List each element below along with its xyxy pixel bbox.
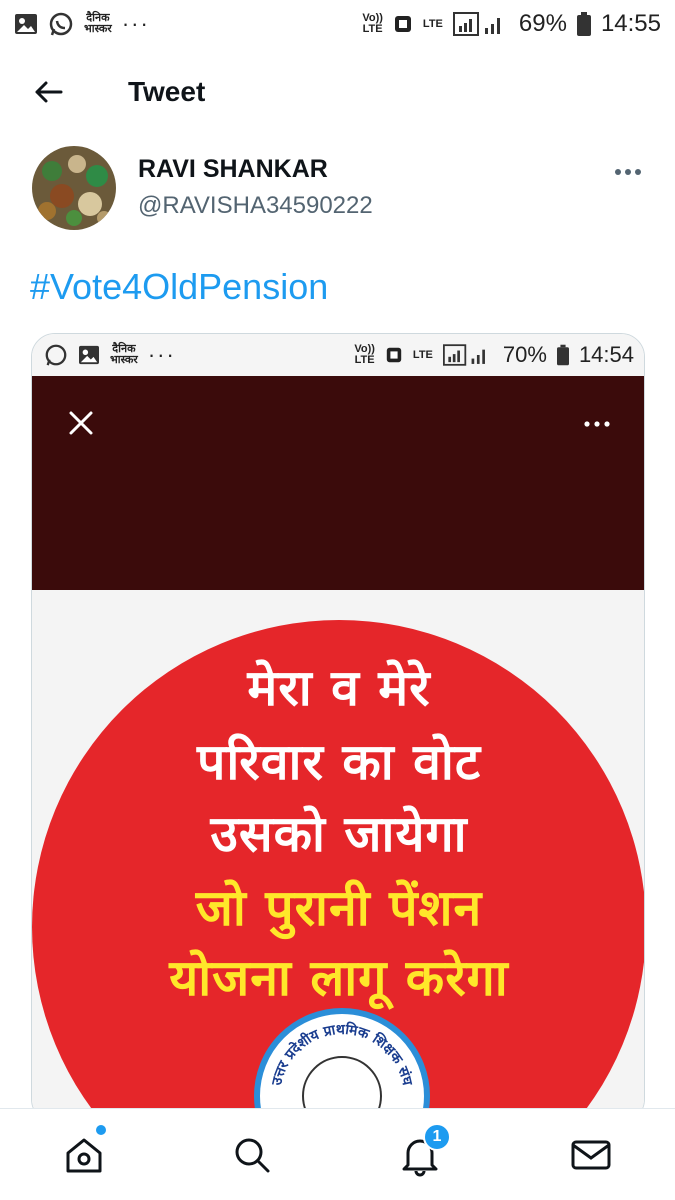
signal-icon — [452, 12, 500, 36]
nav-messages[interactable] — [565, 1129, 617, 1181]
more-dots-icon — [615, 169, 641, 175]
notification-square-icon — [394, 16, 411, 32]
battery-icon — [556, 344, 569, 366]
back-button[interactable] — [28, 74, 68, 110]
messages-icon — [571, 1140, 611, 1170]
author-name[interactable]: RAVI SHANKAR — [138, 155, 328, 184]
nav-home[interactable] — [58, 1129, 110, 1181]
dainik-bottom-text: भास्कर — [84, 23, 112, 35]
volte-bottom-text: LTE — [362, 23, 383, 35]
inner-dainik-bottom: भास्कर — [110, 354, 138, 366]
page-title: Tweet — [128, 76, 206, 107]
arrow-left-icon — [35, 81, 63, 103]
status-more-dots: ··· — [121, 11, 150, 36]
lte-label: LTE — [422, 17, 443, 30]
status-bar: दैनिक भास्कर ··· Vo)) LTE LTE 69% 14:55 — [0, 0, 675, 48]
inner-status-bar: दैनिक भास्कर ··· Vo)) LTE LTE 70% 14:54 — [32, 334, 644, 376]
signal-icon — [442, 344, 485, 366]
volte-icon: Vo)) LTE — [362, 13, 383, 35]
dark-header-band — [32, 376, 644, 590]
nav-search[interactable] — [226, 1129, 278, 1181]
poster-line-4: जो पुरानी पेंशन — [195, 879, 483, 937]
poster-line-5: योजना लागू करेगा — [169, 949, 509, 1007]
status-bar-left: दैनिक भास्कर ··· — [14, 11, 150, 37]
avatar[interactable] — [32, 146, 116, 230]
teachers-union-seal: उत्तर प्रदेशीय प्राथमिक शिक्षक संघ — [254, 1008, 430, 1122]
whatsapp-icon — [49, 12, 73, 36]
search-icon — [235, 1138, 270, 1173]
inner-lte-label: LTE — [412, 348, 433, 361]
battery-icon — [576, 12, 591, 36]
home-unread-dot — [96, 1125, 106, 1135]
inner-status-left: दैनिक भास्कर ··· — [44, 342, 176, 368]
volte-icon: Vo)) LTE — [354, 344, 375, 366]
status-time: 14:55 — [600, 10, 661, 37]
tweet-header: Tweet — [0, 56, 675, 128]
dainik-bhaskar-icon: दैनिक भास्कर — [84, 13, 112, 35]
inner-volte-bottom: LTE — [354, 354, 375, 366]
inner-more-dots: ··· — [147, 342, 176, 367]
poster-line-2: परिवार का वोट — [196, 733, 482, 791]
poster-line-3: उसको जायेगा — [210, 805, 468, 863]
close-icon — [69, 411, 93, 435]
poster-image: मेरा व मेरे परिवार का वोट उसको जायेगा जो… — [32, 590, 644, 1122]
tweet-more-button[interactable] — [608, 160, 648, 184]
poster-line-1: मेरा व मेरे — [247, 659, 431, 717]
notification-square-icon — [386, 347, 402, 363]
bottom-nav: 1 — [0, 1108, 675, 1200]
inner-battery-percent: 70% — [502, 342, 547, 367]
inner-status-right: Vo)) LTE LTE 70% 14:54 — [354, 342, 634, 368]
status-bar-right: Vo)) LTE LTE 69% 14:55 — [362, 10, 661, 38]
gallery-icon — [79, 345, 99, 365]
notification-count-badge: 1 — [423, 1123, 451, 1151]
author-handle[interactable]: @RAVISHA34590222 — [138, 192, 373, 220]
inner-status-time: 14:54 — [578, 342, 634, 367]
battery-percent: 69% — [518, 10, 567, 37]
tweet-media[interactable]: दैनिक भास्कर ··· Vo)) LTE LTE 70% 14:54 … — [31, 333, 645, 1123]
home-icon — [66, 1138, 102, 1173]
dainik-bhaskar-icon: दैनिक भास्कर — [110, 344, 138, 366]
whatsapp-icon — [45, 344, 67, 366]
hashtag-link[interactable]: #Vote4OldPension — [30, 266, 328, 308]
gallery-icon — [15, 14, 37, 34]
more-dots-icon — [584, 421, 610, 427]
inner-more-icon-wrap — [582, 414, 612, 434]
